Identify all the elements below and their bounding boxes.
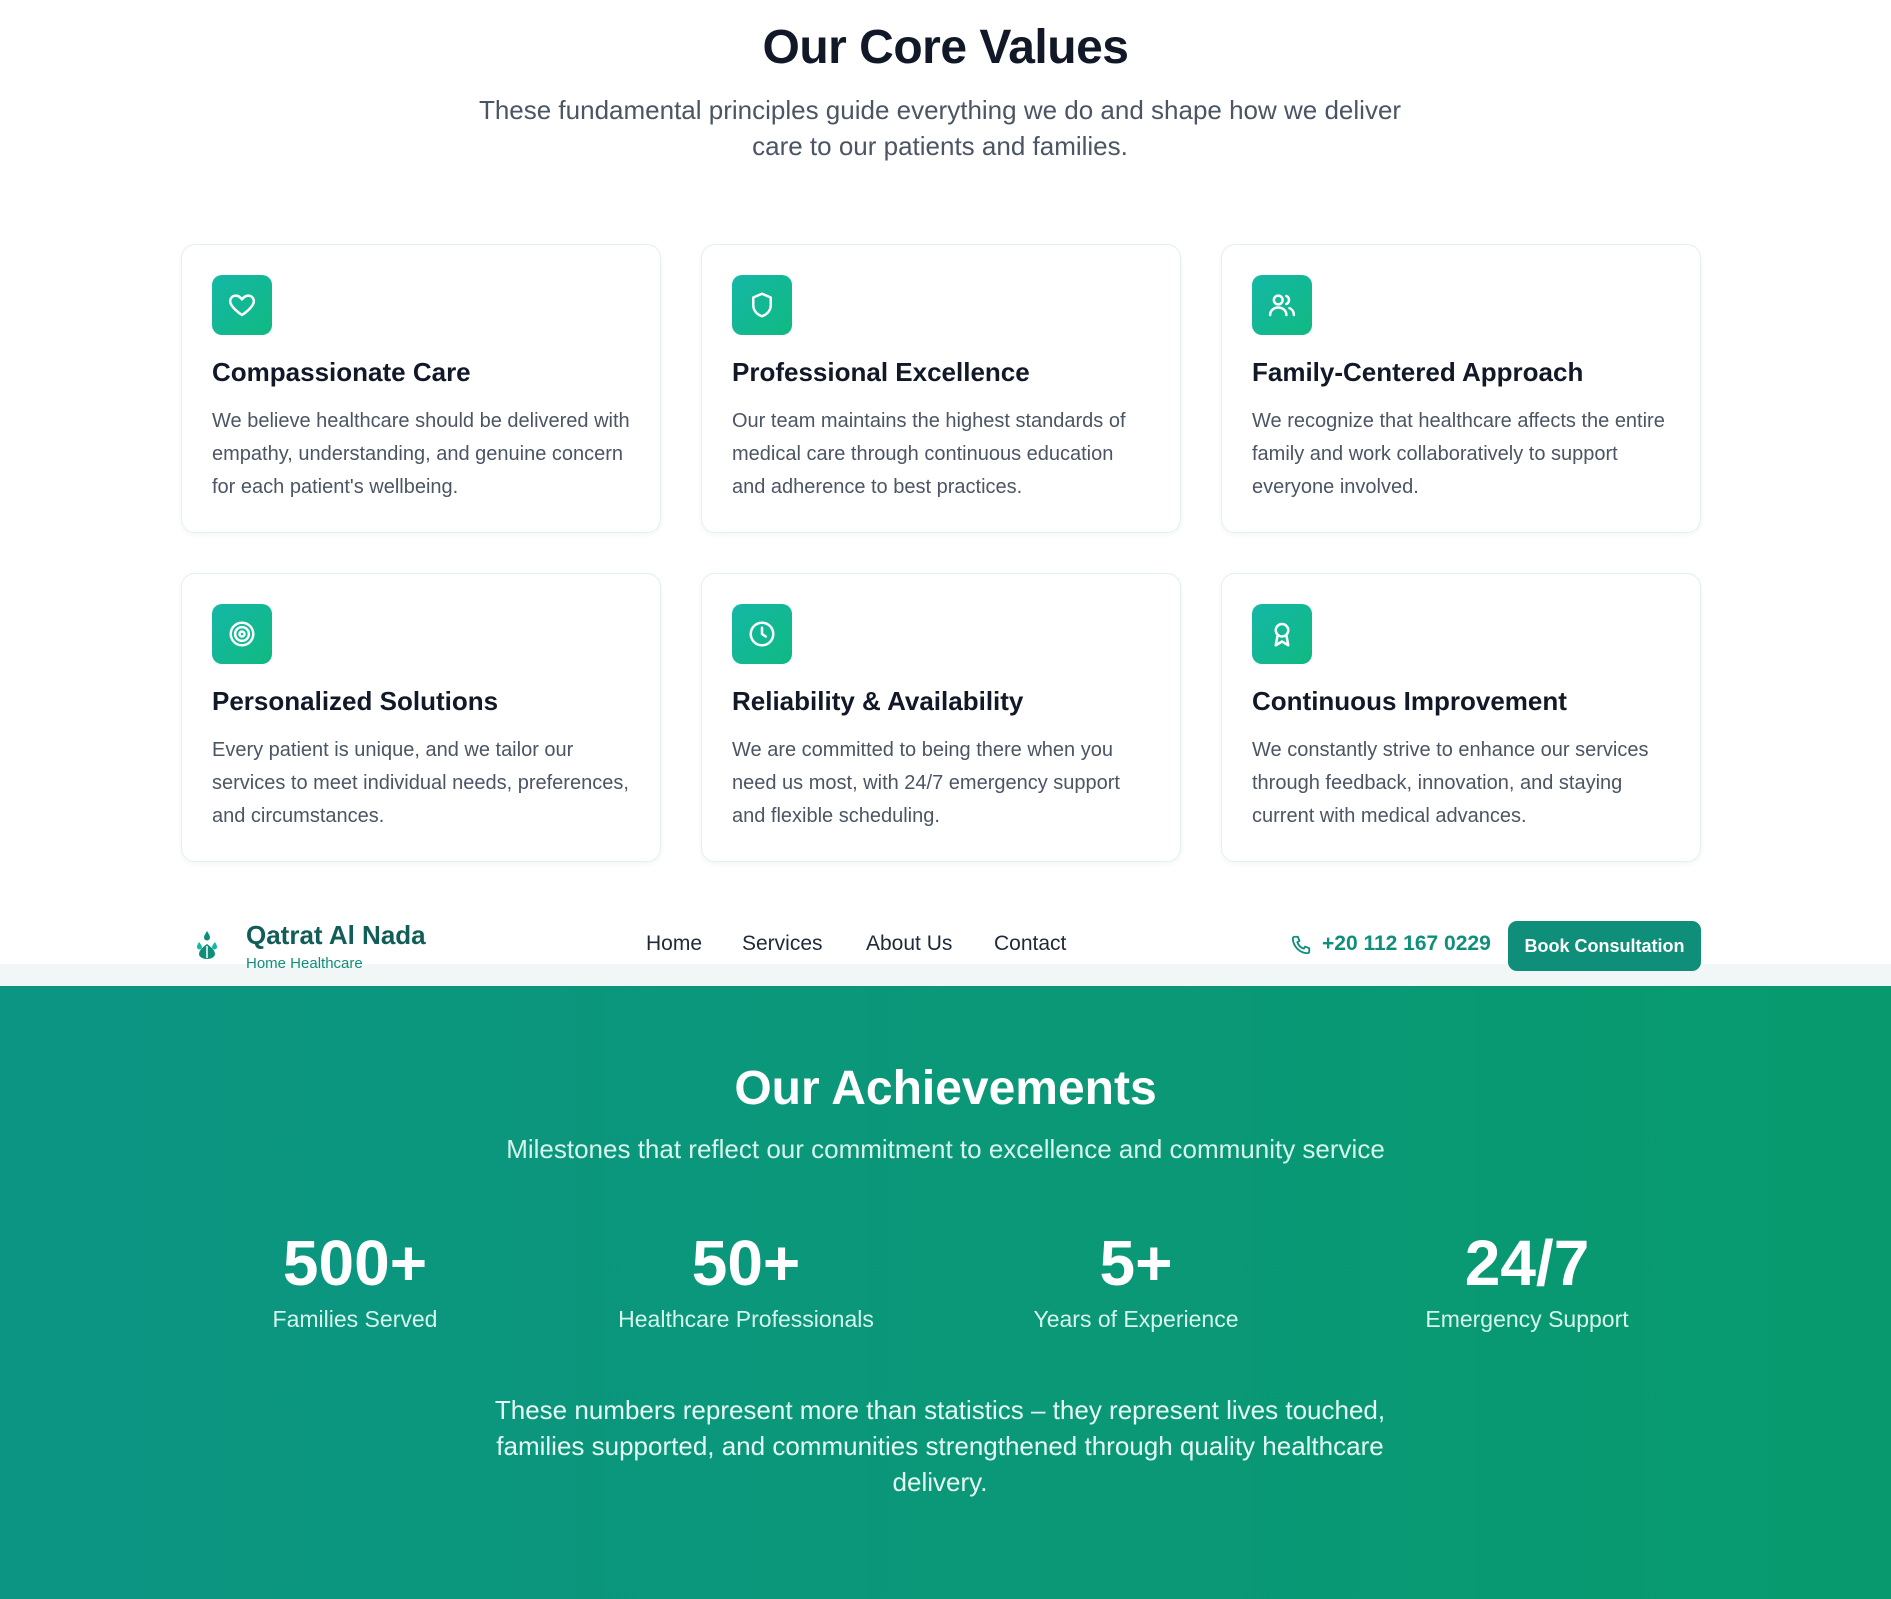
users-icon (1252, 275, 1312, 335)
card-text: We believe healthcare should be delivere… (212, 410, 630, 498)
award-icon (1252, 604, 1312, 664)
achievements-subtitle: Milestones that reflect our commitment t… (506, 1134, 1385, 1164)
brand-name[interactable]: Qatrat Al Nada (246, 920, 426, 951)
phone-number-link[interactable]: +20 112 167 0229 (1322, 932, 1491, 956)
nav-link-about-us[interactable]: About Us (866, 932, 952, 956)
card-text: Our team maintains the highest standards… (732, 410, 1126, 498)
card-title: Personalized Solutions (212, 686, 499, 716)
stat-label: Healthcare Professionals (618, 1306, 874, 1332)
stat-emergency-support: 24/7 Emergency Support (1332, 1224, 1722, 1333)
core-values-title: Our Core Values (762, 21, 1129, 74)
card-title: Professional Excellence (732, 357, 1030, 387)
brand-tagline: Home Healthcare (246, 955, 363, 972)
card-title: Family-Centered Approach (1252, 357, 1584, 387)
card-title: Continuous Improvement (1252, 686, 1567, 716)
nav-link-services[interactable]: Services (742, 932, 823, 956)
value-card-continuous-improvement: Continuous Improvement We constantly str… (1221, 573, 1701, 862)
stat-label: Emergency Support (1425, 1306, 1629, 1332)
stat-label: Years of Experience (1033, 1306, 1239, 1332)
shield-icon (732, 275, 792, 335)
heart-icon (212, 275, 272, 335)
card-title: Compassionate Care (212, 357, 471, 387)
core-values-section: Our Core Values These fundamental princi… (0, 0, 1891, 964)
card-text: Every patient is unique, and we tailor o… (212, 739, 629, 827)
achievements-section: Our Achievements Milestones that reflect… (0, 986, 1891, 1599)
nav-link-contact[interactable]: Contact (994, 932, 1066, 956)
value-card-reliability: Reliability & Availability We are commit… (701, 573, 1181, 862)
value-card-professional-excellence: Professional Excellence Our team maintai… (701, 244, 1181, 533)
stat-value: 24/7 (1464, 1227, 1590, 1299)
nav-link-home[interactable]: Home (646, 932, 702, 956)
stat-healthcare-professionals: 50+ Healthcare Professionals (551, 1224, 941, 1333)
phone-icon (1291, 935, 1311, 955)
core-values-subtitle: These fundamental principles guide every… (478, 95, 1402, 161)
book-consultation-button[interactable]: Book Consultation (1508, 921, 1701, 971)
clock-icon (732, 604, 792, 664)
stat-label: Families Served (272, 1306, 438, 1332)
value-card-family-centered: Family-Centered Approach We recognize th… (1221, 244, 1701, 533)
target-icon (212, 604, 272, 664)
stat-years-experience: 5+ Years of Experience (941, 1224, 1331, 1333)
stat-families-served: 500+ Families Served (160, 1224, 550, 1333)
card-text: We recognize that healthcare affects the… (1252, 410, 1665, 498)
card-text: We constantly strive to enhance our serv… (1252, 739, 1649, 827)
stat-value: 500+ (282, 1227, 428, 1299)
card-text: We are committed to being there when you… (732, 739, 1120, 827)
stat-value: 5+ (1099, 1227, 1173, 1299)
stat-value: 50+ (691, 1227, 801, 1299)
card-title: Reliability & Availability (732, 686, 1024, 716)
value-card-compassionate-care: Compassionate Care We believe healthcare… (181, 244, 661, 533)
water-drop-logo-icon[interactable] (190, 928, 224, 962)
achievements-title: Our Achievements (734, 1062, 1157, 1115)
achievements-note: These numbers represent more than statis… (494, 1395, 1386, 1497)
value-card-personalized-solutions: Personalized Solutions Every patient is … (181, 573, 661, 862)
